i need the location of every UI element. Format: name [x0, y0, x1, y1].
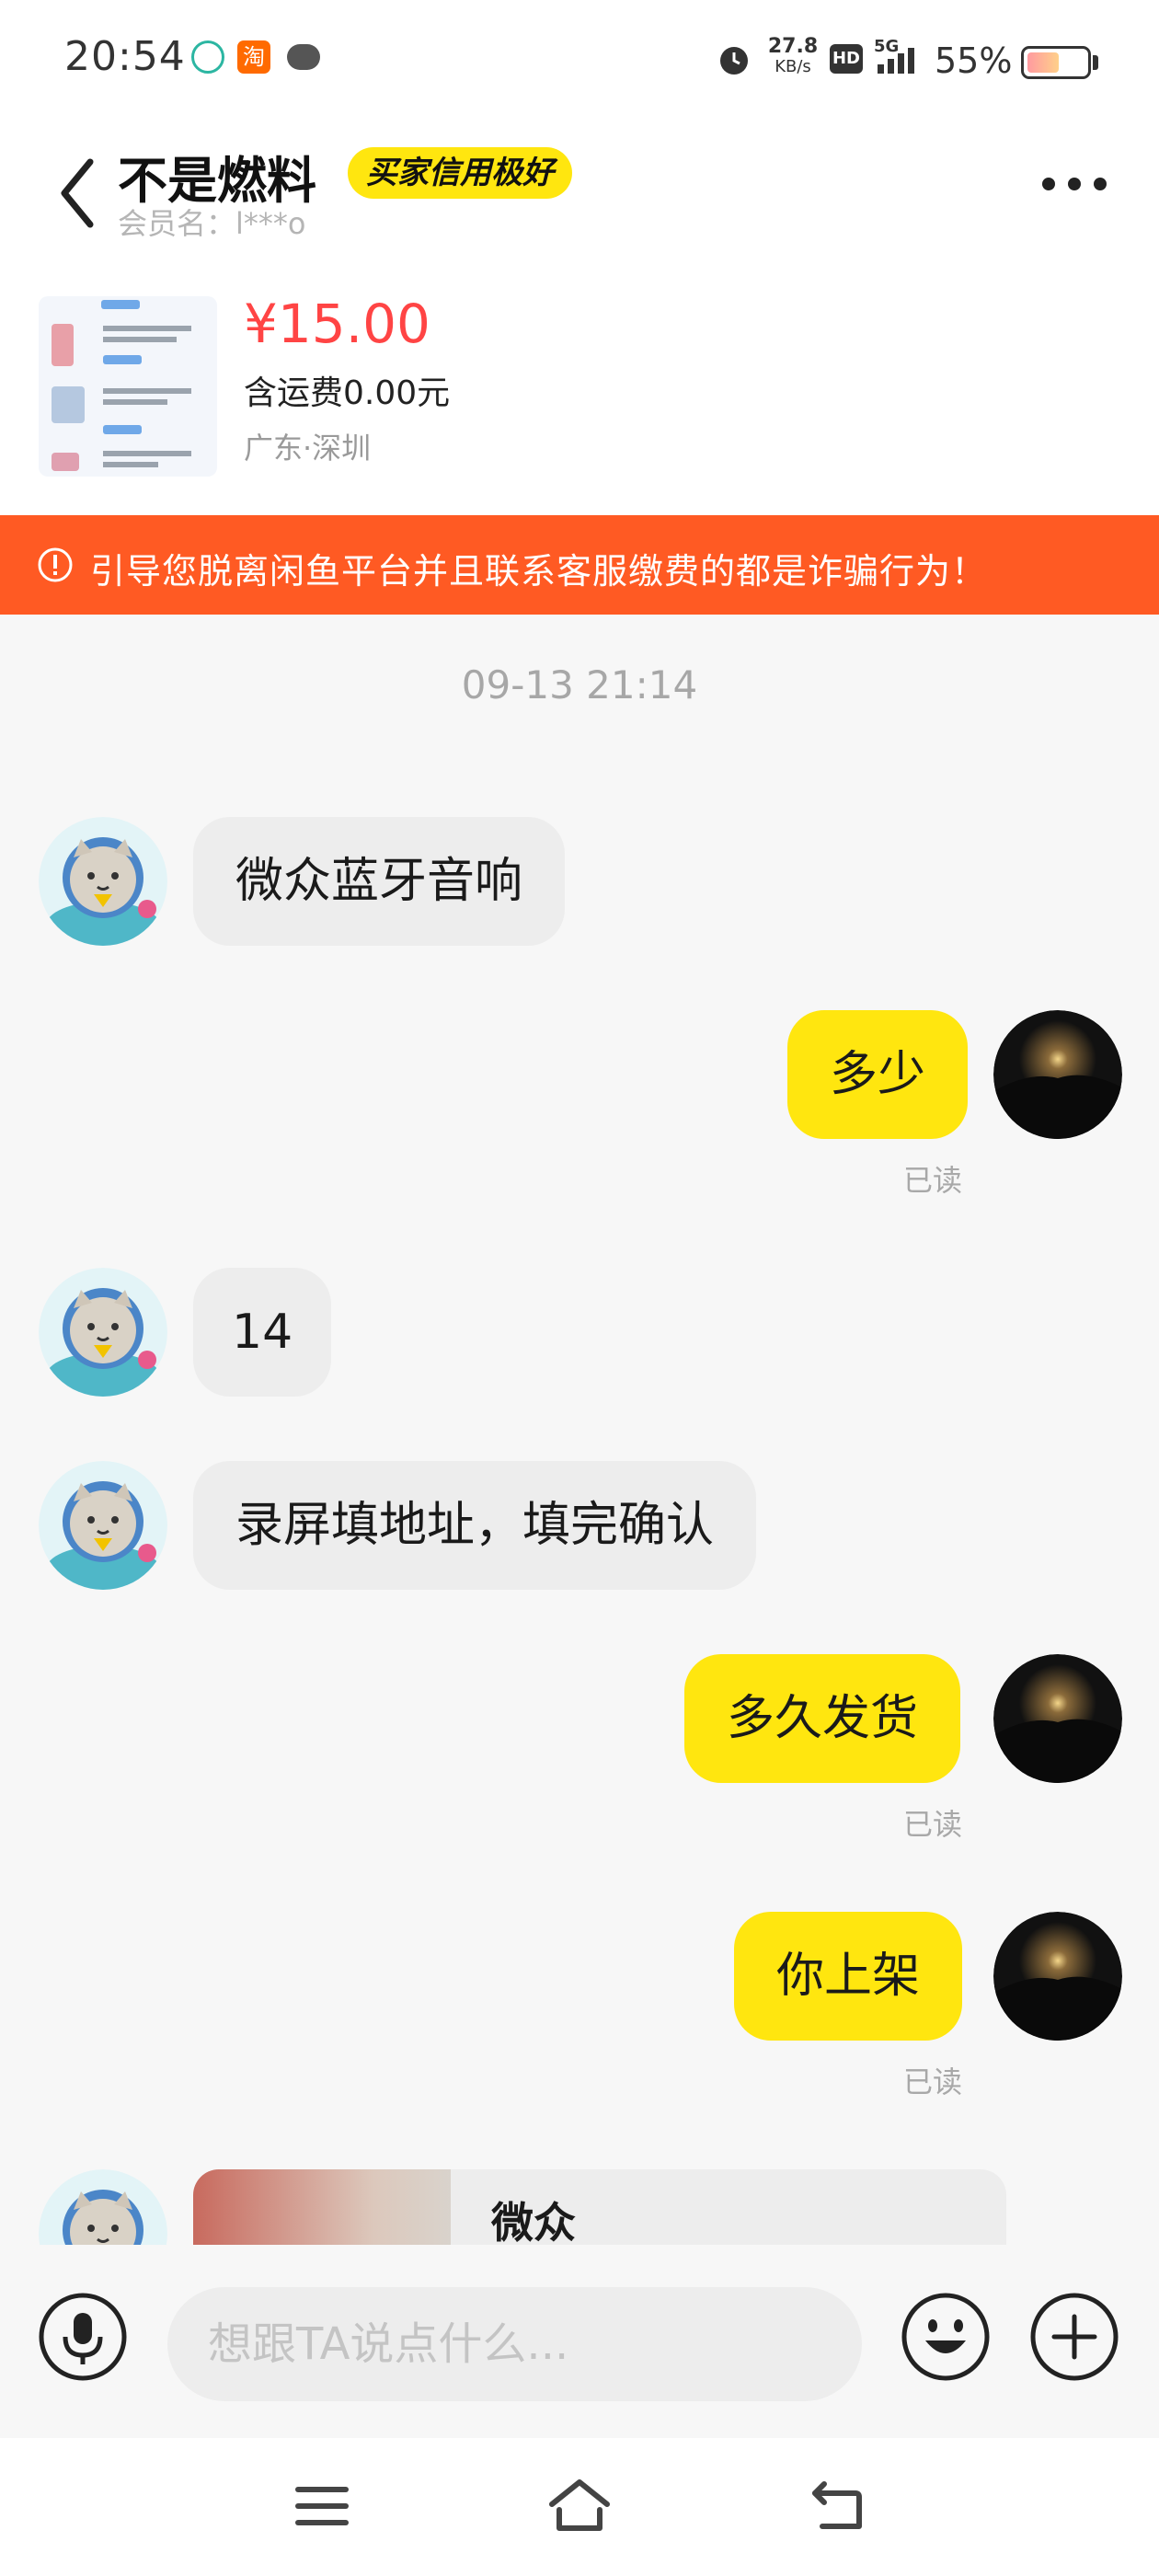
input-bar — [0, 2245, 1159, 2438]
back-arrow-icon[interactable] — [55, 156, 99, 230]
menu-icon[interactable] — [294, 2484, 350, 2528]
seller-avatar[interactable] — [39, 2169, 167, 2245]
alarm-icon — [720, 47, 748, 75]
product-location: 广东·深圳 — [244, 431, 372, 466]
alert-icon — [38, 547, 73, 582]
my-avatar[interactable] — [993, 1654, 1122, 1783]
message-bubble-outgoing[interactable]: 多久发货 — [684, 1654, 961, 1783]
taobao-icon: 淘 — [237, 40, 270, 74]
emoji-icon[interactable] — [900, 2291, 992, 2383]
battery-tip — [1093, 55, 1098, 70]
message-icon — [287, 44, 320, 70]
status-bar: 20:54 淘 27.8 KB/s HD 5G 55% — [0, 0, 1159, 120]
message-bubble-incoming[interactable]: 微众蓝牙音响 — [193, 817, 566, 946]
partial-message-area: 微众 — [0, 2162, 1159, 2245]
member-name: 会员名：l***o — [118, 206, 306, 241]
system-nav-bar — [0, 2438, 1159, 2576]
net-speed: 27.8 KB/s — [767, 37, 819, 77]
message-bubble-outgoing[interactable]: 多少 — [787, 1010, 969, 1139]
credit-badge: 买家信用极好 — [348, 147, 572, 199]
chat-timestamp: 09-13 21:14 — [461, 662, 698, 707]
seller-avatar[interactable] — [39, 1461, 167, 1590]
message-bubble-incoming[interactable]: 14 — [193, 1268, 332, 1397]
message-bubble-outgoing[interactable]: 你上架 — [734, 1912, 963, 2041]
read-status: 已读 — [903, 1807, 963, 1842]
plus-icon[interactable] — [1028, 2291, 1120, 2383]
message-bubble-incoming[interactable]: 录屏填地址，填完确认 — [193, 1461, 757, 1590]
back-nav-icon[interactable] — [809, 2480, 865, 2532]
my-avatar[interactable] — [993, 1010, 1122, 1139]
read-status: 已读 — [903, 2064, 963, 2099]
product-thumbnail[interactable] — [39, 296, 217, 477]
chat-header: 不是燃料 买家信用极好 会员名：l***o — [0, 120, 1159, 248]
home-icon[interactable] — [546, 2477, 613, 2534]
battery-icon — [1021, 46, 1091, 79]
product-card[interactable]: ¥15.00 含运费0.00元 广东·深圳 — [0, 248, 1159, 515]
net-speed-unit: KB/s — [775, 57, 811, 76]
seller-avatar[interactable] — [39, 817, 167, 946]
net-speed-value: 27.8 — [767, 35, 819, 58]
product-price: ¥15.00 — [244, 293, 430, 355]
item-share-card[interactable]: 微众 — [193, 2169, 1006, 2245]
fraud-warning-banner: 引导您脱离闲鱼平台并且联系客服缴费的都是诈骗行为！ — [0, 515, 1159, 615]
status-time: 20:54 — [64, 33, 186, 80]
message-input[interactable] — [167, 2287, 862, 2401]
shipping-info: 含运费0.00元 — [244, 374, 451, 412]
item-share-image — [193, 2169, 451, 2245]
signal-icon: 5G — [874, 37, 929, 79]
warning-text: 引导您脱离闲鱼平台并且联系客服缴费的都是诈骗行为！ — [90, 551, 988, 592]
wechat-icon — [191, 40, 224, 74]
my-avatar[interactable] — [993, 1912, 1122, 2041]
seller-avatar[interactable] — [39, 1268, 167, 1397]
battery-percent: 55% — [935, 40, 1013, 81]
network-label: 5G — [874, 37, 900, 56]
hd-icon: HD — [830, 44, 863, 74]
battery-fill — [1027, 52, 1059, 73]
microphone-icon[interactable] — [37, 2291, 129, 2383]
more-options-icon[interactable] — [1039, 175, 1109, 193]
read-status: 已读 — [903, 1163, 963, 1198]
item-share-title: 微众 — [491, 2198, 576, 2245]
